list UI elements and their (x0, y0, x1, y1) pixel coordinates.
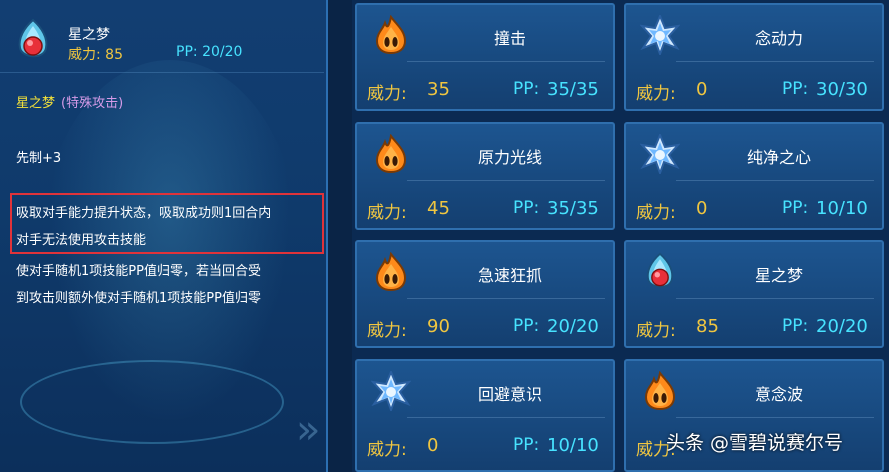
pp-label: PP: (513, 316, 540, 336)
pp-value: 20/20 (816, 316, 868, 337)
effect-line: 到攻击则额外使对手随机1项技能PP值归零 (16, 291, 261, 306)
pp-value: 30/30 (816, 79, 868, 100)
pp-value: 20/20 (202, 44, 243, 60)
card-divider (676, 417, 874, 418)
card-divider (407, 180, 605, 181)
power-value: 90 (427, 316, 450, 337)
selected-skill-header: 星之梦 威力: 85 PP: 20/20 (12, 18, 312, 68)
power-label: 威力: (367, 440, 407, 460)
power-value: 0 (427, 435, 439, 456)
pp-label: PP: (782, 316, 809, 336)
power-label: 威力: (636, 84, 676, 104)
fire-icon (640, 370, 680, 411)
star-icon (639, 132, 681, 176)
skill-card-name: 回避意识 (477, 385, 542, 404)
skill-priority: 先制+3 (16, 151, 62, 166)
star-icon (370, 369, 412, 413)
skill-card[interactable]: 意念波 威力: (624, 359, 884, 472)
skill-card[interactable]: 撞击威力: 35 PP: 35/35 (355, 3, 615, 111)
skill-name: 星之梦 (68, 27, 110, 43)
card-divider (676, 298, 874, 299)
chevron-right-icon: » (296, 407, 321, 453)
magic-circle-decoration (20, 360, 284, 444)
skill-effect-highlight: 吸取对手能力提升状态，吸取成功则1回合内 对手无法使用攻击技能 (16, 200, 316, 254)
skill-card[interactable]: 念动力威力: 0 PP: 30/30 (624, 3, 884, 111)
pp-label: PP: (782, 198, 809, 218)
card-divider (407, 61, 605, 62)
skill-card-name: 原力光线 (477, 148, 542, 167)
skill-card-name: 撞击 (493, 29, 526, 48)
power-value: 85 (105, 47, 123, 63)
effect-line: 吸取对手能力提升状态，吸取成功则1回合内 (16, 206, 272, 221)
power-label: 威力 (68, 47, 96, 63)
pp-value: 20/20 (547, 316, 599, 337)
power-value: 35 (427, 79, 450, 100)
star-dream-icon (640, 252, 680, 292)
pp-label: PP: (513, 198, 540, 218)
skill-effect-rest: 使对手随机1项技能PP值归零，若当回合受 到攻击则额外使对手随机1项技能PP值归… (16, 258, 316, 312)
power-label: 威力: (367, 203, 407, 223)
star-icon (639, 13, 681, 57)
pp-value: 35/35 (547, 198, 599, 219)
skill-card-name: 念动力 (754, 29, 803, 48)
skill-power: 威力: 85 (68, 47, 123, 63)
card-divider (407, 298, 605, 299)
pp-label: PP: (513, 79, 540, 99)
power-label: 威力: (636, 203, 676, 223)
card-divider (676, 61, 874, 62)
skill-detail-panel: 星之梦 威力: 85 PP: 20/20 星之梦 (特殊攻击) 先制+3 吸取对手… (0, 0, 328, 472)
skill-type-line: 星之梦 (特殊攻击) (16, 92, 123, 111)
header-divider (0, 72, 324, 73)
pp-value: 10/10 (547, 435, 599, 456)
skill-pp: PP: 20/20 (176, 44, 243, 60)
skill-card[interactable]: 回避意识威力: 0 PP: 10/10 (355, 359, 615, 472)
pp-value: 10/10 (816, 198, 868, 219)
power-label: 威力: (367, 84, 407, 104)
skill-card[interactable]: 原力光线威力: 45 PP: 35/35 (355, 122, 615, 230)
power-value: 45 (427, 198, 450, 219)
power-label: 威力: (367, 321, 407, 341)
power-label: 威力: (636, 321, 676, 341)
pp-label: PP (176, 44, 193, 60)
skill-card-name: 意念波 (754, 385, 803, 404)
card-divider (407, 417, 605, 418)
pp-label: PP: (513, 435, 540, 455)
fire-icon (371, 14, 411, 55)
panel-divider (328, 0, 352, 472)
skill-card-name: 纯净之心 (746, 148, 811, 167)
watermark: 头条 @雪碧说赛尔号 (666, 432, 844, 454)
skill-card-name: 星之梦 (754, 266, 803, 285)
skill-type-name: 星之梦 (16, 96, 56, 111)
star-dream-icon (18, 18, 48, 58)
skill-card[interactable]: 星之梦威力: 85 PP: 20/20 (624, 240, 884, 348)
skill-card-name: 急速狂抓 (477, 266, 542, 285)
effect-line: 对手无法使用攻击技能 (16, 233, 147, 248)
card-divider (676, 180, 874, 181)
pp-label: PP: (782, 79, 809, 99)
skill-card[interactable]: 纯净之心威力: 0 PP: 10/10 (624, 122, 884, 230)
fire-icon (371, 251, 411, 292)
pp-value: 35/35 (547, 79, 599, 100)
power-value: 0 (696, 79, 708, 100)
power-value: 85 (696, 316, 719, 337)
fire-icon (371, 133, 411, 174)
skill-category: (特殊攻击) (61, 96, 124, 111)
power-value: 0 (696, 198, 708, 219)
skill-card[interactable]: 急速狂抓威力: 90 PP: 20/20 (355, 240, 615, 348)
effect-line: 使对手随机1项技能PP值归零，若当回合受 (16, 264, 261, 279)
